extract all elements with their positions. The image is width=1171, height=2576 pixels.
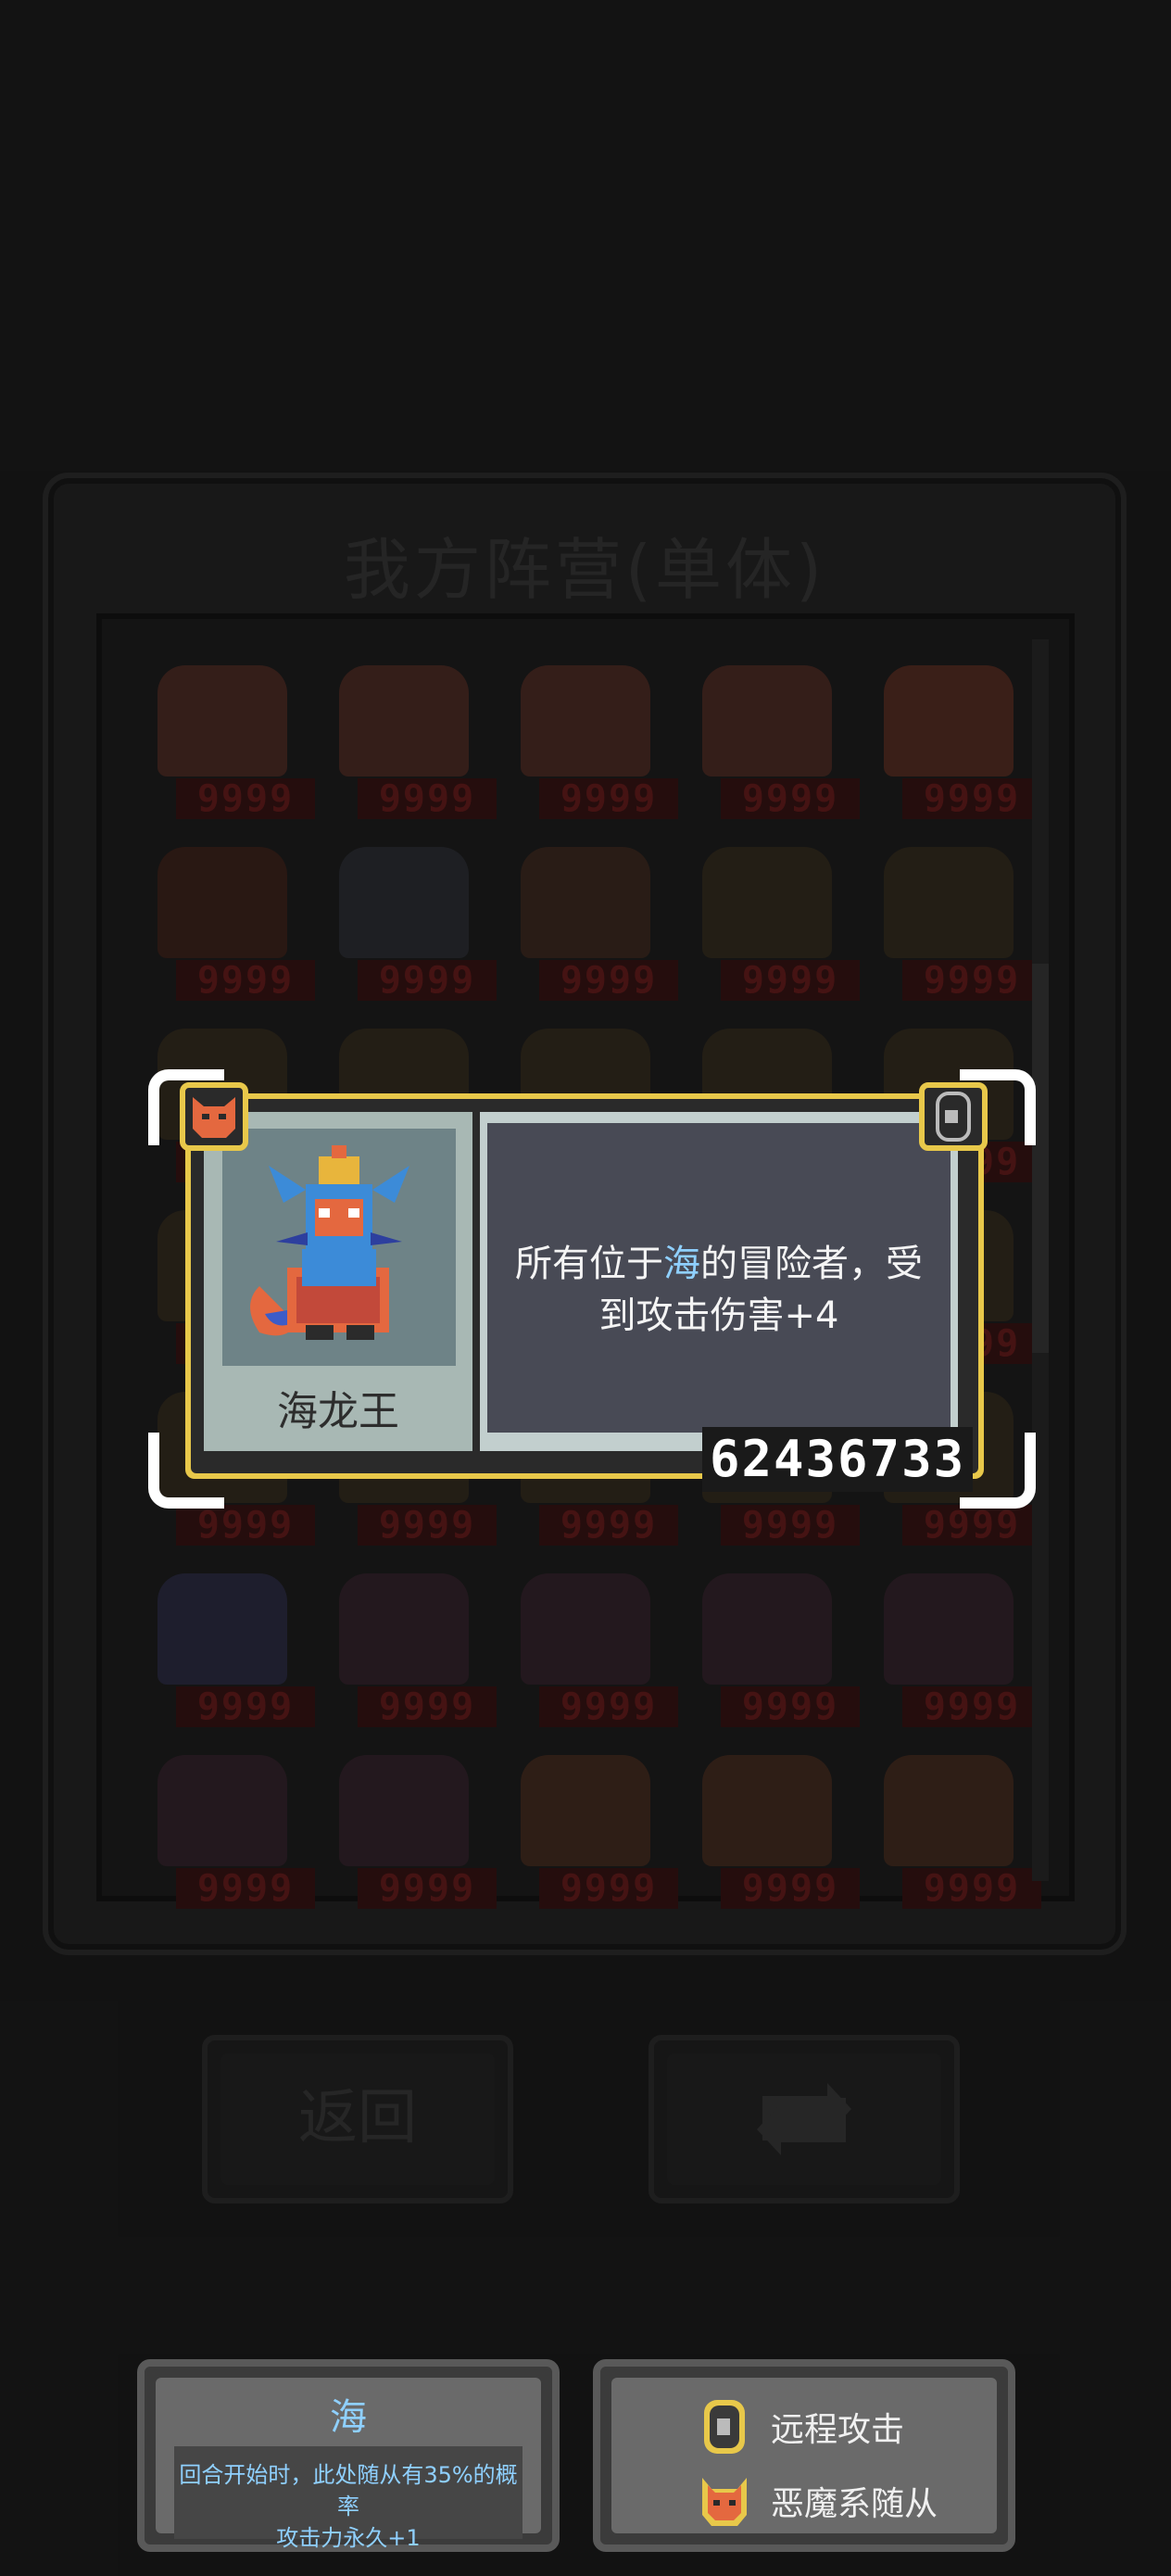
ranged-bow-icon [704, 2400, 745, 2454]
card-id: 62436733 [702, 1427, 974, 1492]
unit-detail-card: 海龙王 所有位于海的冒险者，受到攻击伤害+4 [185, 1093, 984, 1479]
tags-info-panel: 远程攻击 恶魔系随从 [593, 2359, 1015, 2552]
demon-fox-icon [180, 1082, 248, 1151]
unit-description: 所有位于海的冒险者，受到攻击伤害+4 [515, 1243, 923, 1337]
portrait-panel: 海龙王 [204, 1112, 472, 1451]
tag-ranged: 远程攻击 [700, 2394, 904, 2459]
demon-fox-icon [702, 2478, 747, 2526]
unit-name: 海龙王 [277, 1388, 399, 1435]
terrain-description: 回合开始时，此处随从有35%的概率 攻击力永久+1 [179, 2462, 518, 2551]
terrain-title: 海 [330, 2396, 367, 2439]
terrain-info-panel: 海 回合开始时，此处随从有35%的概率 攻击力永久+1 [137, 2359, 560, 2552]
ranged-bow-icon [919, 1082, 988, 1151]
sea-dragon-king-sprite [250, 1145, 409, 1340]
portrait-box [222, 1129, 456, 1366]
terrain-keyword: 海 [663, 1243, 700, 1285]
description-panel: 所有位于海的冒险者，受到攻击伤害+4 [480, 1112, 958, 1451]
tag-demon: 恶魔系随从 [700, 2469, 938, 2533]
